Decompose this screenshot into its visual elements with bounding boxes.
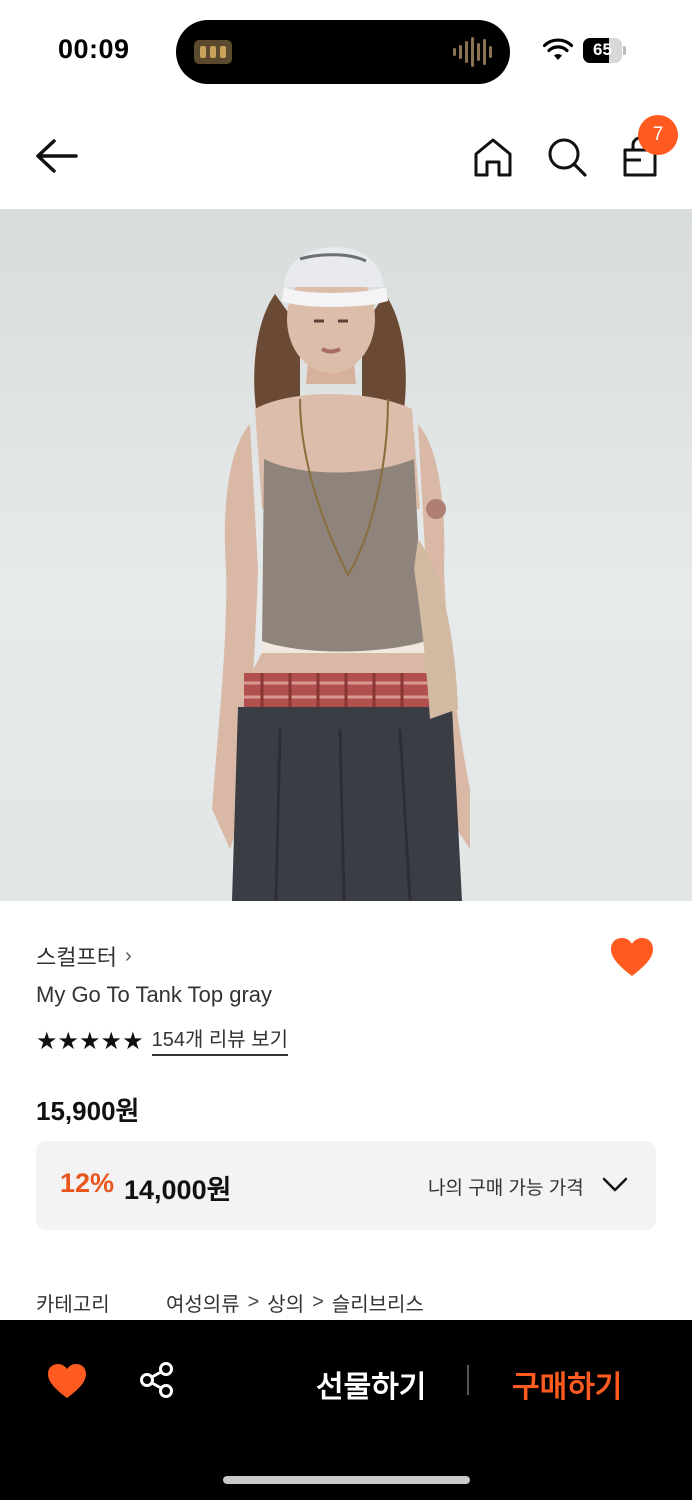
my-price-label: 나의 구매 가능 가격 bbox=[428, 1178, 584, 1199]
product-name: My Go To Tank Top gray bbox=[36, 982, 273, 1007]
category-row: 카테고리 여성의류 > 상의 > 슬리브리스 bbox=[36, 1288, 424, 1317]
product-image[interactable] bbox=[0, 209, 692, 901]
brand-name: 스컬프터 bbox=[36, 945, 117, 970]
bottom-action-bar: 선물하기 구매하기 bbox=[0, 1320, 692, 1500]
category-level-3[interactable]: 슬리브리스 bbox=[332, 1288, 424, 1317]
my-price-dropdown[interactable]: 12% 14,000원 나의 구매 가능 가격 bbox=[36, 1141, 656, 1230]
category-breadcrumb: 여성의류 > 상의 > 슬리브리스 bbox=[166, 1288, 424, 1317]
discount-price: 14,000원 bbox=[124, 1175, 232, 1205]
brand-link[interactable]: 스컬프터 › bbox=[36, 940, 132, 972]
heart-icon[interactable] bbox=[46, 1362, 88, 1400]
category-key: 카테고리 bbox=[36, 1294, 110, 1316]
rating-row: ★★★★★ 154개 리뷰 보기 bbox=[36, 1028, 289, 1056]
chevron-right-icon: › bbox=[124, 944, 132, 967]
share-icon[interactable] bbox=[137, 1360, 177, 1400]
battery-icon: 65 bbox=[583, 38, 626, 63]
audio-waveform-icon bbox=[453, 36, 492, 68]
rating-stars: ★★★★★ bbox=[36, 1028, 144, 1055]
now-playing-artwork bbox=[194, 40, 232, 64]
category-level-2[interactable]: 상의 bbox=[267, 1288, 304, 1317]
discount-rate: 12% bbox=[60, 1168, 115, 1198]
home-indicator[interactable] bbox=[223, 1476, 470, 1484]
cart-count-badge: 7 bbox=[638, 115, 678, 155]
breadcrumb-separator: > bbox=[312, 1291, 324, 1313]
status-time: 00:09 bbox=[58, 34, 130, 64]
dynamic-island bbox=[176, 20, 510, 84]
product-photo-illustration bbox=[212, 247, 470, 901]
home-icon[interactable] bbox=[470, 134, 516, 180]
chevron-down-icon bbox=[602, 1177, 628, 1192]
category-level-1[interactable]: 여성의류 bbox=[166, 1288, 240, 1317]
status-bar: 00:09 65 bbox=[0, 0, 692, 100]
original-price: 15,900원 bbox=[36, 1096, 140, 1126]
top-navigation bbox=[0, 110, 692, 208]
buy-button[interactable]: 구매하기 bbox=[512, 1362, 622, 1406]
search-icon[interactable] bbox=[544, 134, 590, 180]
wifi-icon bbox=[543, 38, 573, 60]
button-divider bbox=[467, 1365, 469, 1395]
breadcrumb-separator: > bbox=[247, 1291, 260, 1313]
review-link[interactable]: 154개 리뷰 보기 bbox=[151, 1028, 289, 1056]
gift-button[interactable]: 선물하기 bbox=[316, 1362, 426, 1406]
back-arrow-icon[interactable] bbox=[30, 134, 82, 178]
battery-level: 65 bbox=[593, 40, 612, 59]
wishlist-heart-icon[interactable] bbox=[609, 936, 655, 978]
